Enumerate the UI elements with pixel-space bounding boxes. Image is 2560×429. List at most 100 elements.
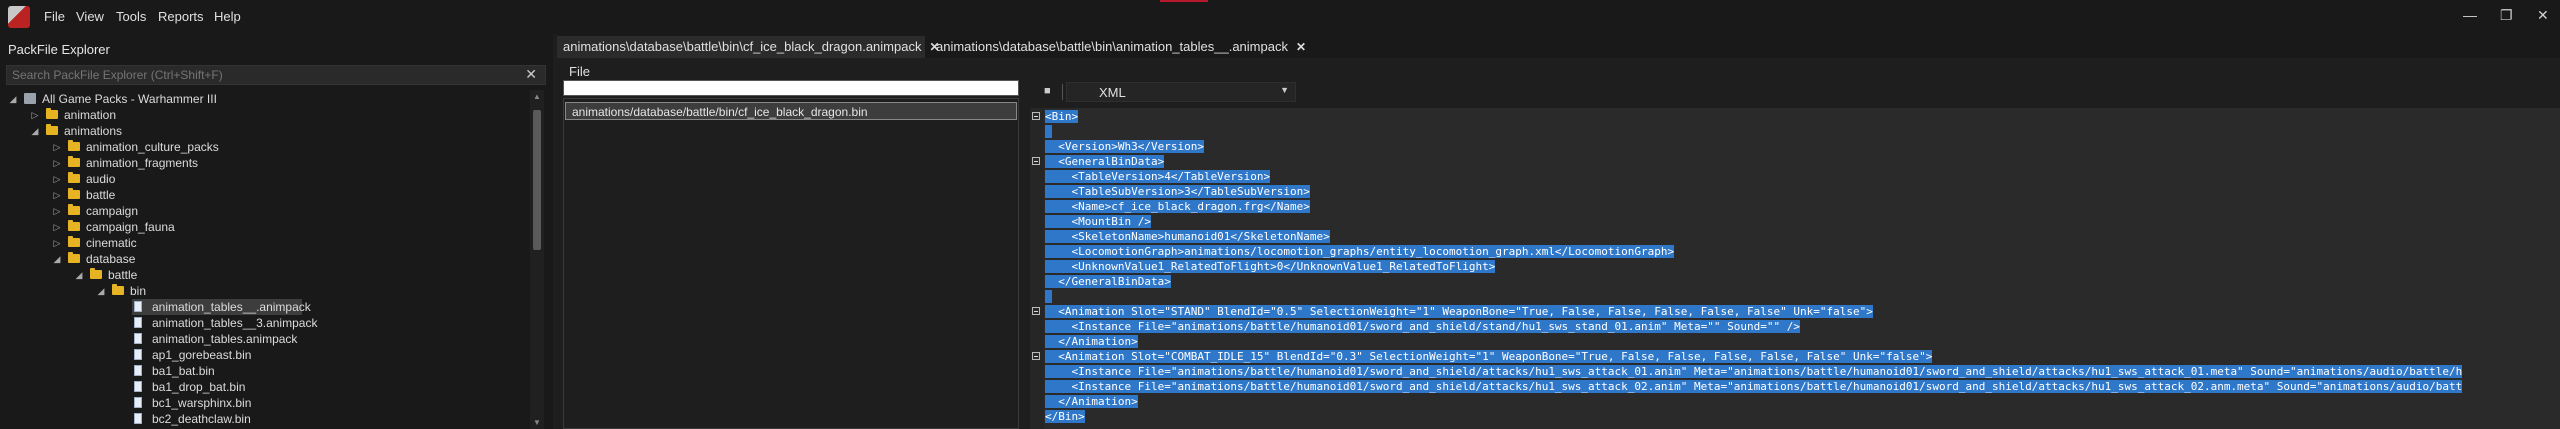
code-line: <Instance File="animations/battle/humano… <box>1045 379 2463 394</box>
file-icon <box>134 349 142 360</box>
app-logo-icon <box>8 6 30 28</box>
tree-item[interactable]: ◢ database <box>0 251 530 267</box>
tree-item[interactable]: ▷ campaign_fauna <box>0 219 530 235</box>
folder-icon <box>68 172 80 183</box>
tree-item-label: animation_tables__3.animpack <box>152 316 318 330</box>
tree-item[interactable]: ◢ animations <box>0 123 530 139</box>
tree-item[interactable]: ba1_bat.bin <box>0 363 530 379</box>
tree-item-label: bc1_warsphinx.bin <box>152 396 252 410</box>
collapsed-arrow-icon[interactable]: ▷ <box>52 235 62 251</box>
tree-item[interactable]: ◢ bin <box>0 283 530 299</box>
menu-file[interactable]: File <box>44 9 65 25</box>
selected-text: <UnknownValue1_RelatedToFlight>0</Unknow… <box>1045 260 1496 273</box>
close-icon[interactable]: ✕ <box>2537 7 2549 24</box>
tree-item[interactable]: animation_tables__.animpack <box>132 299 311 315</box>
expanded-arrow-icon[interactable]: ◢ <box>52 251 62 267</box>
selected-text: <GeneralBinData> <box>1045 155 1165 168</box>
file-menu-label[interactable]: File <box>569 64 590 79</box>
code-editor[interactable]: <Bin> <Version>Wh3</Version> <GeneralBin… <box>1030 108 2560 429</box>
selected-text: <TableSubVersion>3</TableSubVersion> <box>1045 185 1310 198</box>
chevron-down-icon: ▼ <box>1280 85 1289 95</box>
collapsed-arrow-icon[interactable]: ▷ <box>52 219 62 235</box>
expanded-arrow-icon[interactable]: ◢ <box>8 91 18 107</box>
tab-close-icon[interactable]: ✕ <box>1296 40 1306 54</box>
tree-item[interactable]: ▷ cinematic <box>0 235 530 251</box>
code-line: </Animation> <box>1045 334 1138 349</box>
tree-item[interactable]: ◢ All Game Packs - Warhammer III <box>0 91 530 107</box>
expanded-arrow-icon[interactable]: ◢ <box>30 123 40 139</box>
list-item[interactable]: animations/database/battle/bin/cf_ice_bl… <box>565 102 1017 120</box>
tree-item[interactable]: ba1_drop_bat.bin <box>0 379 530 395</box>
restore-icon[interactable]: ❐ <box>2500 7 2513 24</box>
selected-text: <LocomotionGraph>animations/locomotion_g… <box>1045 245 1675 258</box>
menu-tools[interactable]: Tools <box>116 9 146 25</box>
tree-item-label: cinematic <box>86 236 137 250</box>
selected-text <box>1045 290 1052 303</box>
collapsed-arrow-icon[interactable]: ▷ <box>52 155 62 171</box>
menu-reports[interactable]: Reports <box>158 9 204 25</box>
file-icon <box>134 317 142 328</box>
scroll-down-icon[interactable]: ▼ <box>533 418 541 427</box>
tree-item-label: bin <box>130 284 147 298</box>
explorer-search-input[interactable] <box>12 67 512 83</box>
language-select[interactable]: XML ▼ <box>1066 82 1296 102</box>
tab-animation-tables[interactable]: animations\database\battle\bin\animation… <box>930 36 1306 58</box>
tree-item[interactable]: ▷ animation <box>0 107 530 123</box>
panel-title: PackFile Explorer <box>8 42 110 57</box>
tree-item[interactable]: bc2_deathclaw.bin <box>0 411 530 427</box>
packfile-tree[interactable]: ◢ All Game Packs - Warhammer III ▷ animatio… <box>0 90 530 429</box>
code-line: <Version>Wh3</Version> <box>1045 139 1204 154</box>
collapsed-arrow-icon[interactable]: ▷ <box>52 171 62 187</box>
save-icon[interactable]: ■ <box>1044 85 1056 97</box>
file-filter-input[interactable] <box>563 80 1019 96</box>
collapsed-arrow-icon[interactable]: ▷ <box>52 187 62 203</box>
tree-item[interactable]: ◢ battle <box>0 267 530 283</box>
menu-help[interactable]: Help <box>214 9 241 25</box>
code-line: <MountBin /> <box>1045 214 1151 229</box>
tree-item[interactable]: animation_tables__3.animpack <box>0 315 530 331</box>
scrollbar-thumb[interactable] <box>533 110 541 250</box>
collapsed-arrow-icon[interactable]: ▷ <box>52 203 62 219</box>
collapsed-arrow-icon[interactable]: ▷ <box>52 139 62 155</box>
tree-item-label: ap1_gorebeast.bin <box>152 348 252 362</box>
fold-toggle-icon[interactable] <box>1032 307 1040 315</box>
scroll-up-icon[interactable]: ▲ <box>533 92 541 101</box>
fold-toggle-icon[interactable] <box>1032 352 1040 360</box>
tree-item-label: animation_fragments <box>86 156 199 170</box>
tree-item[interactable]: ▷ battle <box>0 187 530 203</box>
tab-cf-ice-black-dragon[interactable]: animations\database\battle\bin\cf_ice_bl… <box>557 36 940 58</box>
fold-toggle-icon[interactable] <box>1032 112 1040 120</box>
code-line: <Bin> <box>1045 109 1079 124</box>
folder-icon <box>68 140 80 151</box>
fold-toggle-icon[interactable] <box>1032 157 1040 165</box>
tree-item[interactable]: ▷ animation_culture_packs <box>0 139 530 155</box>
collapsed-arrow-icon[interactable]: ▷ <box>30 107 40 123</box>
folder-icon <box>112 284 124 295</box>
tree-item[interactable]: animation_tables.animpack <box>0 331 530 347</box>
tree-item[interactable]: bc1_warsphinx.bin <box>0 395 530 411</box>
packed-file-list[interactable]: animations/database/battle/bin/cf_ice_bl… <box>563 98 1019 429</box>
explorer-search-box[interactable]: ✕ <box>6 65 546 85</box>
folder-icon <box>46 124 58 135</box>
tree-item-label: All Game Packs - Warhammer III <box>42 92 217 106</box>
code-line: <Instance File="animations/battle/humano… <box>1045 319 1800 334</box>
tree-item[interactable]: ap1_gorebeast.bin <box>0 347 530 363</box>
folder-icon <box>46 108 58 119</box>
tree-item[interactable]: ▷ audio <box>0 171 530 187</box>
tab-label: animations\database\battle\bin\cf_ice_bl… <box>563 39 922 54</box>
menu-view[interactable]: View <box>76 9 104 25</box>
code-line: <SkeletonName>humanoid01</SkeletonName> <box>1045 229 1330 244</box>
folder-icon <box>68 204 80 215</box>
tree-item[interactable]: ▷ animation_fragments <box>0 155 530 171</box>
tree-item-label: audio <box>86 172 116 186</box>
folder-icon <box>68 220 80 231</box>
selected-text: </GeneralBinData> <box>1045 275 1171 288</box>
tree-scrollbar[interactable]: ▲ ▼ <box>530 90 544 429</box>
minimize-icon[interactable]: — <box>2463 7 2477 23</box>
tree-item-label: animations <box>64 124 123 138</box>
clear-search-icon[interactable]: ✕ <box>525 66 537 83</box>
tree-item[interactable]: ▷ campaign <box>0 203 530 219</box>
folder-icon <box>68 252 80 263</box>
expanded-arrow-icon[interactable]: ◢ <box>96 283 106 299</box>
expanded-arrow-icon[interactable]: ◢ <box>74 267 84 283</box>
